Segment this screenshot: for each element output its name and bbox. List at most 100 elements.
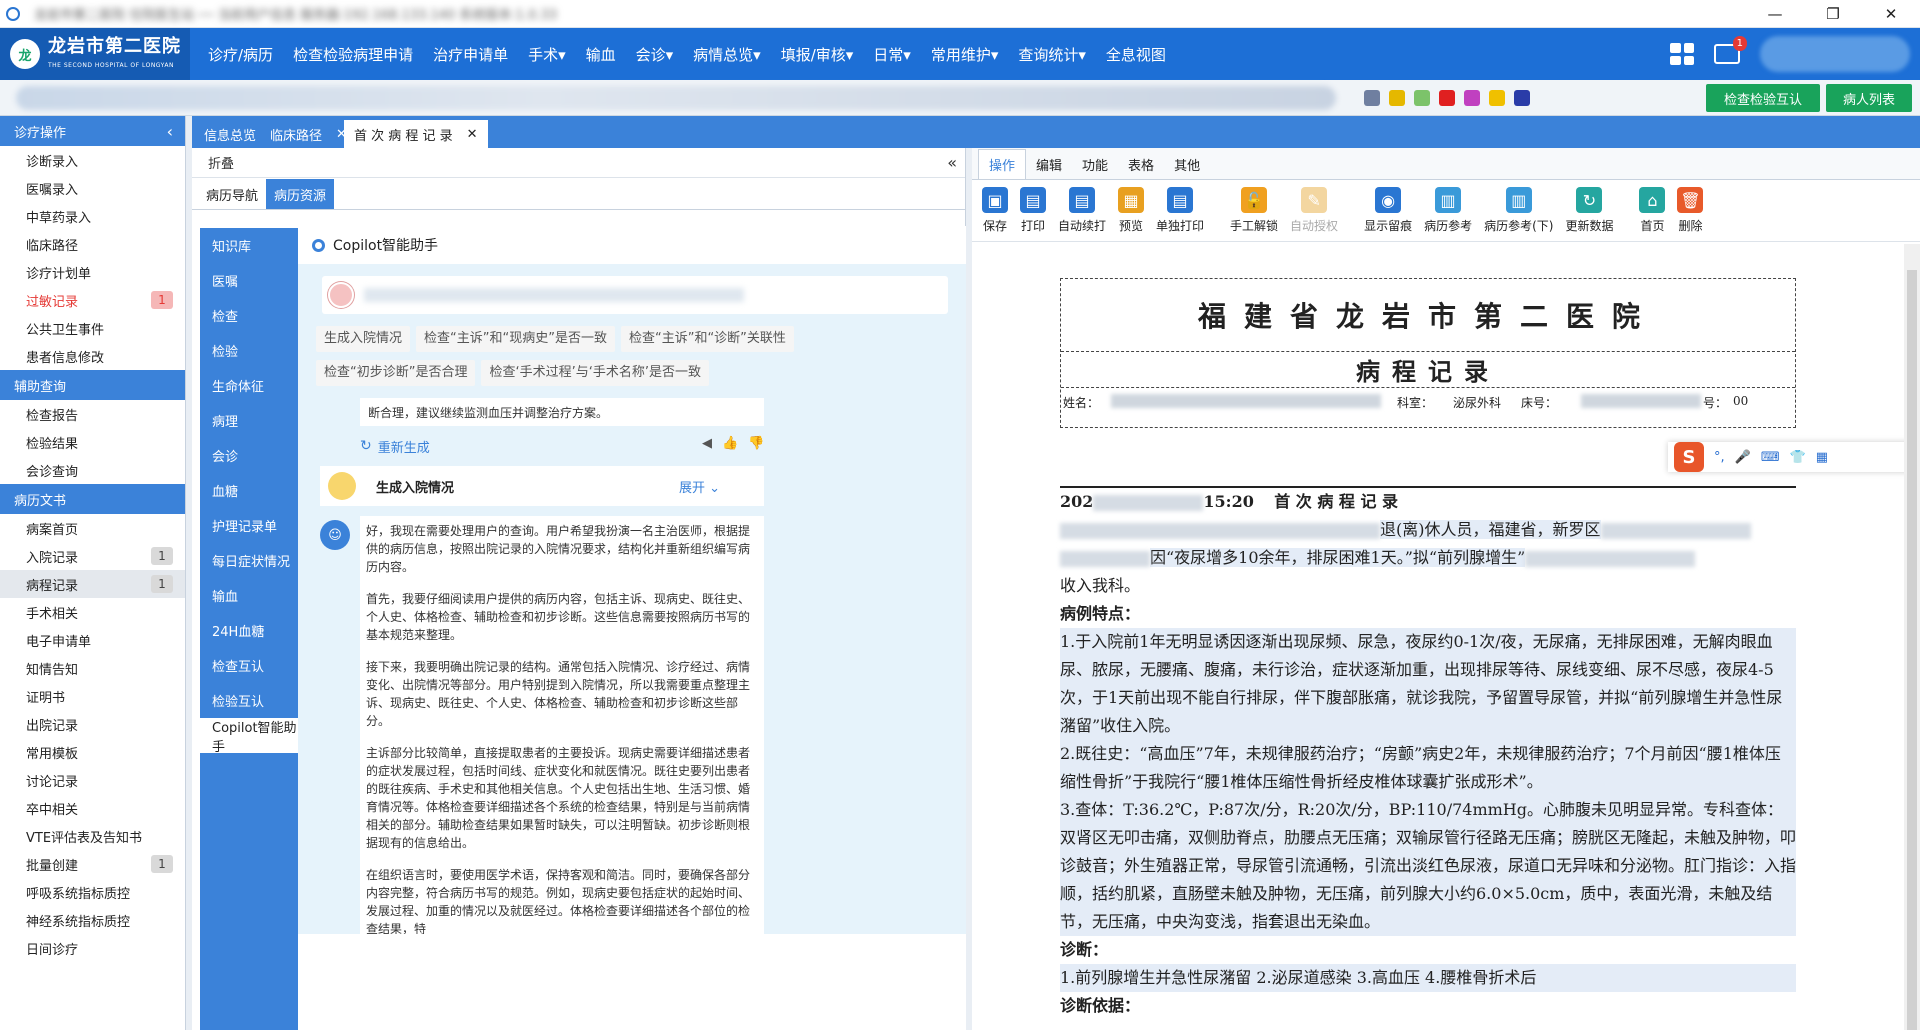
menu-item-1[interactable]: 检查检验病理申请 <box>283 44 423 65</box>
tab-1[interactable]: 临床路径 ✕ <box>260 120 357 148</box>
sidebar-item[interactable]: 电子申请单 <box>0 626 185 654</box>
apps-icon[interactable]: ▦ <box>1816 450 1828 465</box>
menu-item-8[interactable]: 日常▾ <box>863 44 921 65</box>
sidebar-item[interactable]: 检验结果 <box>0 428 185 456</box>
sidebar-item[interactable]: 临床路径 <box>0 230 185 258</box>
patient-list-button[interactable]: 病人列表 <box>1826 84 1912 112</box>
print-button[interactable]: ▤ 打印 <box>1014 187 1052 234</box>
minimize-button[interactable]: — <box>1746 0 1804 28</box>
sidebar-item[interactable]: 会诊查询 <box>0 456 185 484</box>
sidebar-item[interactable]: 常用模板 <box>0 738 185 766</box>
sidebar-item[interactable]: 证明书 <box>0 682 185 710</box>
resource-nav-item[interactable]: 病理 <box>200 403 298 438</box>
menu-item-4[interactable]: 输血 <box>576 44 626 65</box>
close-window-button[interactable]: ✕ <box>1862 0 1920 28</box>
tab-record-navigation[interactable]: 病历导航 <box>198 179 266 209</box>
quick-icon-6[interactable] <box>1514 90 1530 106</box>
prompt-chip[interactable]: 检查“主诉”和“现病史”是否一致 <box>416 326 615 352</box>
resource-nav-item[interactable]: 检验 <box>200 333 298 368</box>
sidebar-item[interactable]: 检查报告 <box>0 400 185 428</box>
prompt-chip[interactable]: 检查‘手术过程’与‘手术名称’是否一致 <box>481 360 710 386</box>
menu-item-0[interactable]: 诊疗/病历 <box>198 44 283 65</box>
home-button[interactable]: ⌂ 首页 <box>1633 187 1671 234</box>
reference-down-button[interactable]: ▥ 病历参考(下) <box>1478 187 1559 234</box>
mail-icon[interactable]: 1 <box>1714 36 1747 64</box>
ribbon-tab[interactable]: 编辑 <box>1026 149 1072 179</box>
menu-item-7[interactable]: 填报/审核▾ <box>771 44 864 65</box>
resource-nav-item[interactable]: 会诊 <box>200 438 298 473</box>
sidebar-item[interactable]: 公共卫生事件 <box>0 314 185 342</box>
skin-icon[interactable]: 👕 <box>1790 450 1806 465</box>
resource-nav-item[interactable]: 医嘱 <box>200 263 298 298</box>
quick-icon-3[interactable] <box>1439 90 1455 106</box>
apps-grid-icon[interactable] <box>1670 43 1694 65</box>
maximize-button[interactable]: ❐ <box>1804 0 1862 28</box>
tab-close-icon[interactable]: ✕ <box>467 127 478 142</box>
resource-nav-item[interactable]: 生命体征 <box>200 368 298 403</box>
sidebar-group-2[interactable]: 病历文书 <box>0 484 185 514</box>
quick-icon-5[interactable] <box>1489 90 1505 106</box>
collapse-sidebar-icon[interactable]: ‹ <box>167 122 173 141</box>
sidebar-item[interactable]: 呼吸系统指标质控 <box>0 878 185 906</box>
quick-icon-4[interactable] <box>1464 90 1480 106</box>
quick-icon-2[interactable] <box>1414 90 1430 106</box>
sidebar-item[interactable]: VTE评估表及告知书 <box>0 822 185 850</box>
ribbon-tab[interactable]: 操作 <box>978 149 1027 179</box>
document-area[interactable]: 福建省龙岩市第二医院 病程记录 姓名： 科室： 泌尿外科 床号： 号： 00 S… <box>972 244 1920 1030</box>
menu-item-6[interactable]: 病情总览▾ <box>683 44 771 65</box>
thumbs-up-icon[interactable]: 👍 <box>722 436 738 451</box>
resource-nav-item[interactable]: 检查 <box>200 298 298 333</box>
thumbs-down-icon[interactable]: 👎 <box>748 436 764 451</box>
sidebar-item[interactable]: 病案首页 <box>0 514 185 542</box>
resource-nav-item[interactable]: 检查互认 <box>200 648 298 683</box>
sidebar-group-1[interactable]: 辅助查询 <box>0 370 185 400</box>
resource-nav-item[interactable]: 每日症状情况 <box>200 543 298 578</box>
ribbon-tab[interactable]: 功能 <box>1072 149 1118 179</box>
resource-nav-item[interactable]: Copilot智能助手 <box>200 718 298 755</box>
sidebar-item[interactable]: 中草药录入 <box>0 202 185 230</box>
resource-nav-item[interactable]: 知识库 <box>200 228 298 263</box>
mic-icon[interactable]: 🎤 <box>1735 450 1751 465</box>
tab-record-resources[interactable]: 病历资源 <box>266 179 335 209</box>
sidebar-item[interactable]: 知情告知 <box>0 654 185 682</box>
tab-0[interactable]: 信息总览 <box>194 120 266 148</box>
collapse-icon[interactable]: « <box>947 153 957 172</box>
menu-item-5[interactable]: 会诊▾ <box>626 44 684 65</box>
delete-button[interactable]: 🗑 删除 <box>1671 187 1709 234</box>
menu-item-9[interactable]: 常用维护▾ <box>921 44 1009 65</box>
sidebar-item[interactable]: 过敏记录 1 <box>0 286 185 314</box>
eye-button[interactable]: ◉ 显示留痕 <box>1358 187 1418 234</box>
document-scrollbar[interactable] <box>1904 244 1920 1030</box>
sidebar-item[interactable]: 讨论记录 <box>0 766 185 794</box>
fold-bar[interactable]: 折叠 « <box>192 148 965 178</box>
sidebar-group-0[interactable]: 诊疗操作 ‹ <box>0 116 185 146</box>
preview-button[interactable]: ▦ 预览 <box>1112 187 1150 234</box>
sidebar-item[interactable]: 出院记录 <box>0 710 185 738</box>
sidebar-item[interactable]: 病程记录 1 <box>0 570 185 598</box>
sidebar-item[interactable]: 入院记录 1 <box>0 542 185 570</box>
auto-print-button[interactable]: ▤ 自动续打 <box>1052 187 1112 234</box>
sidebar-item[interactable]: 诊断录入 <box>0 146 185 174</box>
menu-item-10[interactable]: 查询统计▾ <box>1008 44 1096 65</box>
refresh-button[interactable]: ↻ 更新数据 <box>1559 187 1619 234</box>
ime-toolbar[interactable]: S °, 🎤 ⌨ 👕 ▦ <box>1668 442 1920 472</box>
reference-button[interactable]: ▥ 病历参考 <box>1418 187 1478 234</box>
sidebar-item[interactable]: 批量创建 1 <box>0 850 185 878</box>
sidebar-item[interactable]: 患者信息修改 <box>0 342 185 370</box>
menu-item-3[interactable]: 手术▾ <box>518 44 576 65</box>
exam-mutual-recognition-button[interactable]: 检查检验互认 <box>1706 84 1820 112</box>
sidebar-item[interactable]: 手术相关 <box>0 598 185 626</box>
sidebar-item[interactable]: 诊疗计划单 <box>0 258 185 286</box>
sidebar-item[interactable]: 卒中相关 <box>0 794 185 822</box>
prompt-chip[interactable]: 检查“主诉”和“诊断”关联性 <box>620 326 794 352</box>
quick-icon-1[interactable] <box>1389 90 1405 106</box>
punct-icon[interactable]: °, <box>1714 450 1725 465</box>
prompt-chip[interactable]: 生成入院情况 <box>316 326 411 352</box>
play-icon[interactable]: ◀ <box>702 436 712 451</box>
tab-2[interactable]: 首 次 病 程 记 录 ✕ <box>344 120 488 148</box>
resource-nav-item[interactable]: 血糖 <box>200 473 298 508</box>
authorize-button[interactable]: ✎ 自动授权 <box>1284 187 1344 234</box>
menu-item-11[interactable]: 全息视图 <box>1096 44 1176 65</box>
resource-nav-item[interactable]: 检验互认 <box>200 683 298 718</box>
quick-icon-0[interactable] <box>1364 90 1380 106</box>
